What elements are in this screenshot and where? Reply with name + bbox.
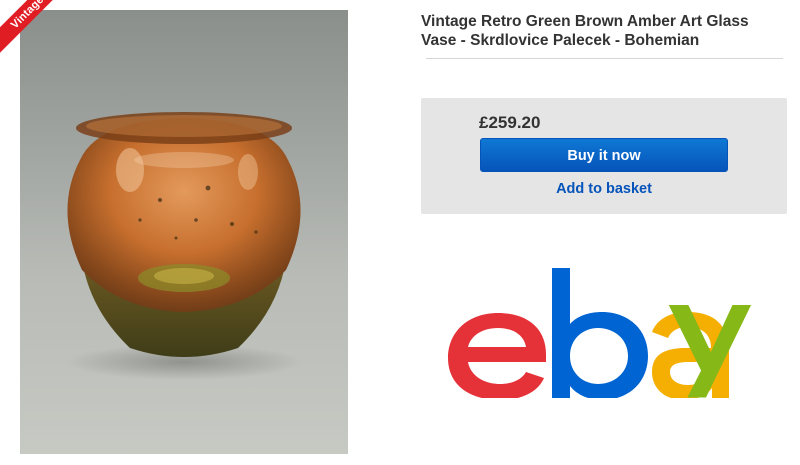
buy-it-now-button[interactable]: Buy it now: [480, 138, 728, 172]
listing-title[interactable]: Vintage Retro Green Brown Amber Art Glas…: [421, 12, 786, 50]
vase-illustration: [66, 112, 302, 380]
vintage-badge: Vintage: [0, 0, 68, 80]
product-image-area: Vintage: [0, 0, 360, 465]
logo-letter-b: [552, 268, 648, 398]
add-to-basket-link[interactable]: Add to basket: [480, 181, 728, 197]
buy-box: £259.20 Buy it now Add to basket: [421, 98, 787, 214]
price: £259.20: [479, 113, 541, 132]
ebay-logo: [448, 268, 752, 398]
listing-page: Vintage Vintage Retro Green Brown Amber …: [0, 0, 800, 465]
product-image[interactable]: [20, 10, 348, 454]
logo-letter-e: [448, 313, 546, 398]
title-divider: [426, 58, 783, 59]
vintage-badge-label: Vintage: [0, 0, 59, 73]
